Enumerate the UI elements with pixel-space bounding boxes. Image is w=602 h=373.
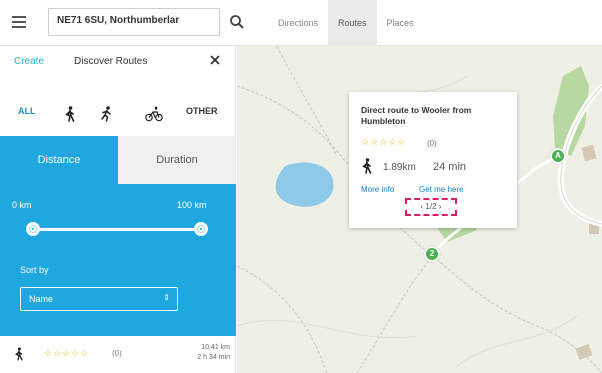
route-filters: Distance Duration 0 km 100 km Sort by Na… — [0, 136, 236, 336]
walking-icon — [14, 347, 24, 364]
select-arrow-icon: ⇕ — [163, 293, 170, 302]
get-me-here-link[interactable]: Get me here — [419, 185, 463, 194]
tab-directions[interactable]: Directions — [268, 0, 328, 46]
range-min-label: 0 km — [12, 200, 32, 210]
route-marker-a[interactable]: A — [550, 148, 566, 164]
tab-routes[interactable]: Routes — [328, 0, 377, 46]
range-max-label: 100 km — [177, 200, 207, 210]
duration-toggle[interactable]: Duration — [118, 136, 236, 184]
building — [581, 144, 597, 162]
footpath — [276, 46, 338, 157]
route-time: 2 h 34 min — [197, 354, 230, 361]
menu-icon[interactable] — [12, 16, 26, 28]
route-distance: 10.41 km — [201, 344, 230, 351]
activity-filter: ALL OTHER — [0, 100, 236, 128]
route-list-item[interactable]: ☆☆☆☆☆ (0) 10.41 km 2 h 34 min — [0, 336, 236, 373]
more-info-link[interactable]: More info — [361, 185, 394, 194]
popup-title: Direct route to Wooler from Humbleton — [361, 105, 472, 126]
discover-routes-panel: Create Discover Routes ALL OTHER Distanc… — [0, 46, 236, 373]
footpath — [432, 255, 602, 373]
rating-stars: ☆☆☆☆☆ — [44, 348, 90, 358]
popup-rating-stars: ☆☆☆☆☆ — [361, 137, 407, 147]
rating-count: (0) — [112, 349, 122, 358]
sort-by-value: Name — [29, 294, 54, 304]
footpath — [356, 255, 434, 373]
search-input[interactable]: NE71 6SU, Northumberlar — [48, 8, 220, 36]
sort-by-select[interactable]: Name ⇕ — [20, 287, 178, 311]
slider-max-handle[interactable] — [194, 222, 208, 236]
create-link[interactable]: Create — [14, 56, 44, 67]
running-icon[interactable] — [100, 106, 112, 122]
popup-time: 24 min — [433, 161, 467, 173]
slider-min-handle[interactable] — [26, 222, 40, 236]
footpath — [237, 265, 328, 373]
filter-all[interactable]: ALL — [18, 106, 36, 122]
lake — [275, 162, 334, 207]
top-tabs: Directions Routes Places — [268, 0, 424, 46]
top-bar: NE71 6SU, Northumberlar Directions Route… — [0, 0, 602, 46]
sort-by-label: Sort by — [20, 265, 49, 275]
popup-rating-count: (0) — [427, 139, 437, 148]
walking-icon[interactable] — [64, 106, 76, 122]
contour — [456, 315, 578, 367]
route-marker-2[interactable]: 2 — [424, 246, 440, 262]
distance-toggle[interactable]: Distance — [0, 136, 118, 184]
tab-places[interactable]: Places — [377, 0, 424, 46]
walking-icon — [361, 158, 373, 177]
route-info-popup: Direct route to Wooler from Humbleton ☆☆… — [349, 92, 517, 228]
contour — [237, 319, 418, 338]
filter-other[interactable]: OTHER — [186, 106, 218, 122]
panel-title: Discover Routes — [74, 56, 148, 67]
popup-pager[interactable]: ‹ 1/2 › — [405, 198, 457, 216]
distance-slider-track[interactable] — [32, 228, 200, 231]
search-icon[interactable] — [228, 13, 246, 31]
panel-header: Create Discover Routes — [0, 46, 236, 76]
building — [575, 343, 593, 361]
popup-distance: 1.89km — [383, 162, 416, 173]
cycling-icon[interactable] — [145, 106, 163, 122]
close-icon[interactable] — [208, 53, 222, 67]
